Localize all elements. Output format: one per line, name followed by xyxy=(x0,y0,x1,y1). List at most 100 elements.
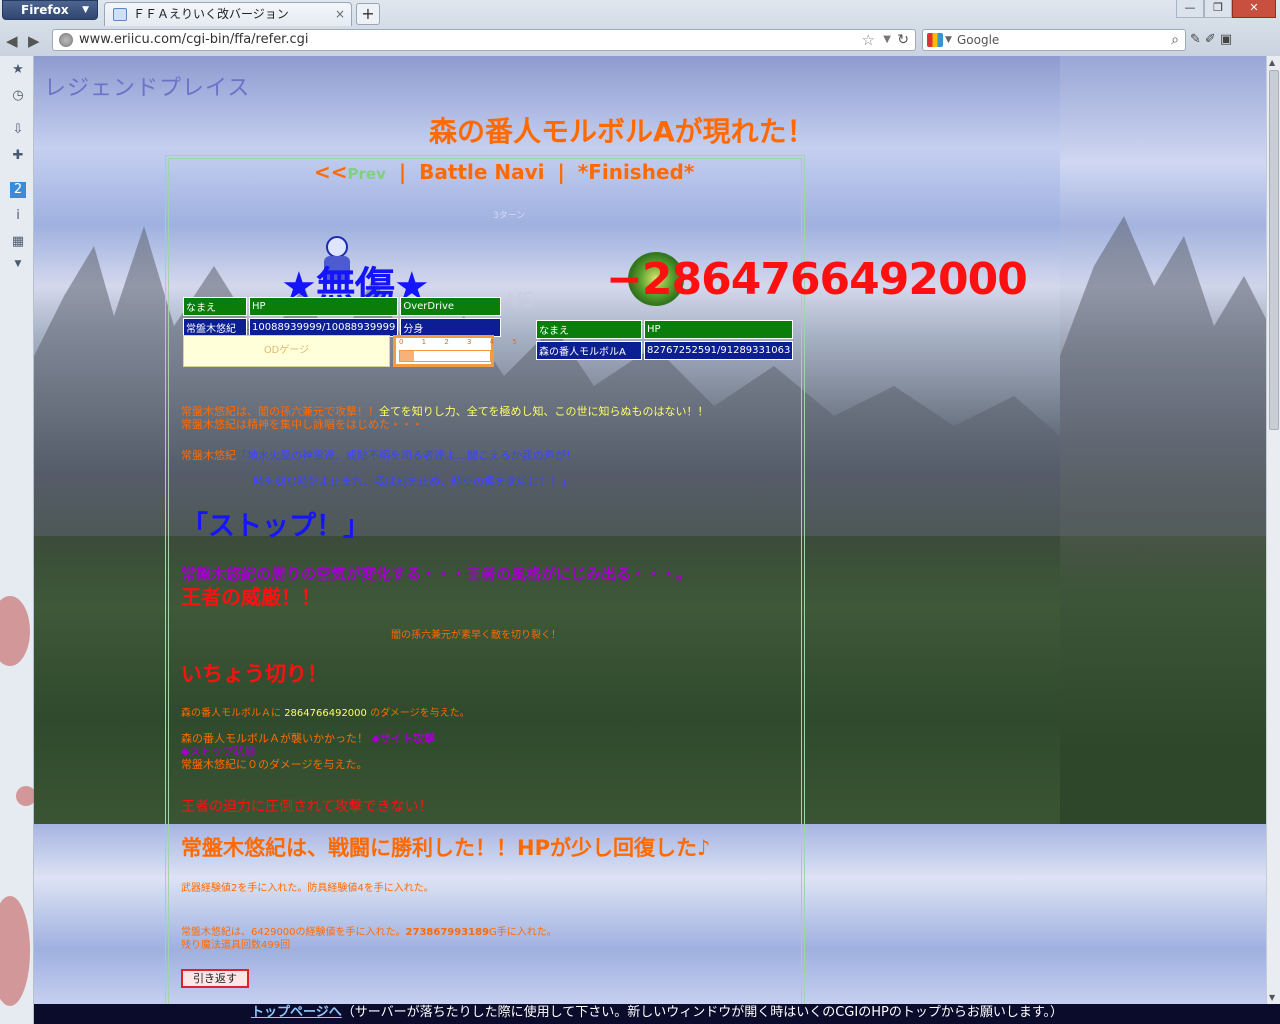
navigation-toolbar: ◀ ▶ www.eriicu.com/cgi-bin/ffa/refer.cgi… xyxy=(0,28,1280,54)
url-text: www.eriicu.com/cgi-bin/ffa/refer.cgi xyxy=(79,32,309,47)
decor-blob xyxy=(0,596,30,666)
forward-icon[interactable]: ▶ xyxy=(28,32,40,50)
downloads-icon[interactable]: ⇩ xyxy=(10,122,26,138)
close-icon[interactable]: × xyxy=(335,3,345,25)
vs-label: VS xyxy=(508,288,535,312)
history-icon[interactable]: ◷ xyxy=(10,88,26,104)
tab-title: ＦＦＡえりいく改バージョン xyxy=(133,7,289,21)
firefox-menu-button[interactable]: Firefox ▼ xyxy=(2,0,98,20)
nav-separator: | xyxy=(398,160,407,184)
window-controls: — ❐ ✕ xyxy=(1176,0,1276,18)
log-gold-value: 273867993189 xyxy=(405,927,490,938)
addon-window-icon[interactable]: ▣ xyxy=(1220,32,1236,47)
minimize-button[interactable]: — xyxy=(1176,0,1204,18)
decor-blob xyxy=(0,896,30,1006)
log-damage: 森の番人モルボルＡに 2864766492000 のダメージを与えた。 xyxy=(181,704,470,719)
firefox-menu-label: Firefox xyxy=(21,3,69,17)
sidebar-app-icon[interactable]: 2 xyxy=(10,182,26,198)
addon-pen-icon[interactable]: ✐ xyxy=(1205,32,1220,47)
scrollbar-thumb[interactable] xyxy=(1269,70,1279,430)
search-placeholder: Google xyxy=(957,33,1000,47)
enemy-hp: 82767252591/91289331063 xyxy=(644,341,794,360)
decor-blob xyxy=(16,786,36,806)
log-damage-pre: 森の番人モルボルＡに xyxy=(181,708,281,719)
enemy-status-table: なまえ HP 森の番人モルボルA 82767252591/91289331063 xyxy=(534,318,795,362)
log-sight-attack: ◆サイト攻撃 xyxy=(371,732,435,745)
google-engine-icon[interactable] xyxy=(927,33,943,47)
history-dropdown-icon[interactable]: ▼ xyxy=(883,30,891,50)
place-title: レジェンドプレイス xyxy=(44,76,251,101)
reload-icon[interactable]: ↻ xyxy=(897,30,909,50)
maximize-button[interactable]: ❐ xyxy=(1204,0,1232,18)
od-gauge-fill xyxy=(400,351,414,361)
url-bar[interactable]: www.eriicu.com/cgi-bin/ffa/refer.cgi ☆ ▼… xyxy=(52,29,916,51)
log-spell-line1: 常盤木悠紀「地水火風の神霊達、成陰不明を司る者達よ…聞こえるか我の声が！ xyxy=(181,447,577,463)
window-close-button[interactable]: ✕ xyxy=(1232,0,1276,18)
chevron-down-icon: ▼ xyxy=(82,5,89,15)
footer-note: （サーバーが落ちたりした際に使用して下さい。新しいウィンドウが開く時はいくのCG… xyxy=(341,1005,1064,1020)
search-bar[interactable]: ▼ Google ⌕ xyxy=(922,29,1186,51)
od-scale: 0 1 2 3 4 5 xyxy=(399,338,525,346)
footer-bar: トップページへ（サーバーが落ちたりした際に使用して下さい。新しいウィンドウが開く… xyxy=(34,1004,1280,1024)
addon-tool-icon[interactable]: ✎ xyxy=(1190,32,1205,47)
toolbar-addons: ✎✐▣ xyxy=(1190,32,1236,47)
bookmarks-icon[interactable]: ★ xyxy=(10,62,26,78)
addons-icon[interactable]: ✚ xyxy=(10,148,26,164)
log-victory: 常盤木悠紀は、戦闘に勝利した！！HPが少し回復した♪ xyxy=(181,836,711,860)
browser-chrome: Firefox ▼ ＦＦＡえりいく改バージョン × + — ❐ ✕ ◀ ▶ www… xyxy=(0,0,1280,56)
turn-label: 3ターン xyxy=(493,211,526,221)
log-magic-left: 残り魔法道具回数499回 xyxy=(181,940,291,951)
finished-label: *Finished* xyxy=(577,160,695,184)
log-damage-value: 2864766492000 xyxy=(284,708,367,719)
scroll-up-icon[interactable]: ▲ xyxy=(1269,58,1275,67)
nav-separator: | xyxy=(557,160,565,184)
player-overdrive-header: OverDrive xyxy=(400,297,502,316)
top-page-link[interactable]: トップページへ xyxy=(251,1005,342,1020)
log-exp: 武器経験値2を手に入れた。防具経験値4を手に入れた。 xyxy=(181,883,434,894)
log-chant: 常盤木悠紀は精神を集中し詠唱をはじめた・・・ xyxy=(181,418,423,431)
site-identity-icon[interactable] xyxy=(59,33,73,47)
back-icon[interactable]: ◀ xyxy=(6,32,18,50)
battle-navigation: <<Prev | Battle Navi | *Finished* xyxy=(314,160,694,184)
od-gauge: 0 1 2 3 4 5 xyxy=(393,335,517,367)
gallery-icon[interactable]: ▦ xyxy=(10,234,26,250)
info-icon[interactable]: i xyxy=(10,208,26,224)
log-ichou: いちょう切り！ xyxy=(181,662,328,686)
log-spell-text1: 「地水火風の神霊達、成陰不明を司る者達よ…聞こえるか我の声が！ xyxy=(236,449,577,462)
player-hp-header: HP xyxy=(249,297,399,316)
player-status-table: なまえ HP OverDrive 常盤木悠紀 10088939999/10088… xyxy=(181,295,503,339)
return-button[interactable]: 引き返す xyxy=(181,969,249,988)
more-chevron-icon[interactable]: ▼ xyxy=(10,256,26,272)
log-attack-b: 全てを知りし力、全てを極めし知、この世に知らぬものはない！！ xyxy=(379,405,709,418)
log-spell-speaker: 常盤木悠紀 xyxy=(181,449,236,462)
log-stop-name: 「ストップ！」 xyxy=(181,511,370,542)
log-majesty: 王者の威厳！！ xyxy=(181,585,321,609)
log-spell-line2: 時を刻む時計よ止まれ、我は刻を止め、時空の檻を此処に！！」 xyxy=(253,475,573,488)
player-name-header: なまえ xyxy=(183,297,247,316)
battle-navi-link[interactable]: Battle Navi xyxy=(419,160,544,184)
log-reward-post: G手に入れた。 xyxy=(489,927,557,938)
damage-number: −2864766492000 xyxy=(606,254,1028,305)
enemy-name-header: なまえ xyxy=(536,320,642,339)
browser-tab[interactable]: ＦＦＡえりいく改バージョン × xyxy=(104,2,352,26)
od-gauge-label: ODゲージ xyxy=(183,335,390,367)
engine-dropdown-icon[interactable]: ▼ xyxy=(945,30,952,50)
log-weapon-cut: 闇の孫六兼元が素早く敵を切り裂く！ xyxy=(391,630,561,641)
log-damage-post: のダメージを与えた。 xyxy=(370,708,470,719)
tab-favicon-icon xyxy=(113,8,127,21)
od-gauge-track xyxy=(399,350,491,362)
new-tab-button[interactable]: + xyxy=(356,3,380,25)
prev-link[interactable]: Prev xyxy=(348,165,386,183)
search-icon[interactable]: ⌕ xyxy=(1171,30,1179,50)
sidebar: ★ ◷ ⇩ ✚ 2 i ▦ ▼ xyxy=(0,56,36,1024)
enemy-name: 森の番人モルボルA xyxy=(536,341,642,360)
enemy-appear-message: 森の番人モルボルAが現れた！ xyxy=(429,115,815,148)
page-content: レジェンドプレイス 森の番人モルボルAが現れた！ <<Prev | Battle… xyxy=(34,56,1280,1004)
enemy-hp-header: HP xyxy=(644,320,794,339)
bookmark-star-icon[interactable]: ☆ xyxy=(862,30,875,50)
scroll-down-icon[interactable]: ▼ xyxy=(1269,993,1275,1002)
log-overwhelmed: 王者の迫力に圧倒されて攻撃できない！ xyxy=(181,799,433,815)
prev-arrows[interactable]: << xyxy=(314,160,348,184)
log-zero-damage: 常盤木悠紀に０のダメージを与えた。 xyxy=(181,758,368,771)
vertical-scrollbar[interactable]: ▲ ▼ xyxy=(1266,56,1280,1004)
